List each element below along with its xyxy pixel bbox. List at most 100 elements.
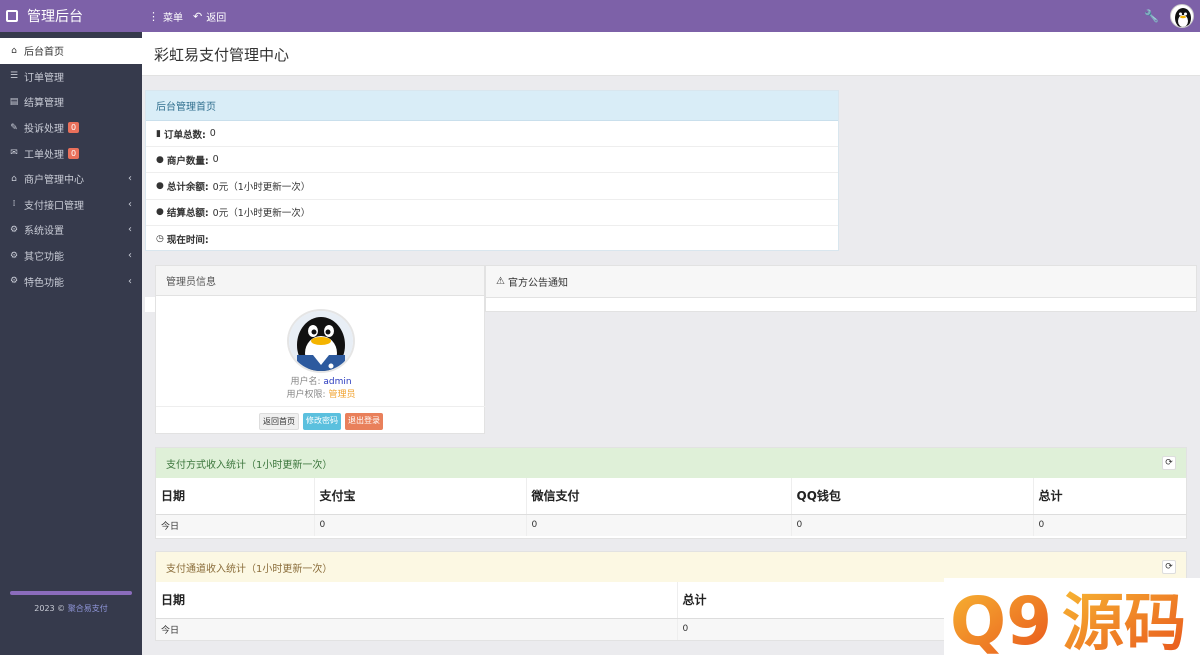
overview-row: ● 商户数量: 0 [146,147,838,174]
admin-heading: 管理员信息 [156,266,484,296]
change-password-button[interactable]: 修改密码 [303,413,341,430]
payment-method-stats-table: 日期 支付宝 微信支付 QQ钱包 总计 今日 0 0 0 0 [156,478,1186,536]
overview-value: 0 [212,154,219,166]
username-label: 用户名: [290,377,321,387]
column-header: 总计 [1033,478,1186,515]
notice-panel: ⚠ 官方公告通知 [485,265,1197,312]
copyright-text: 2023 © [34,604,66,613]
overview-label: 商户数量: [166,155,209,167]
table-cell: 0 [1033,514,1186,536]
overview-label: 订单总数: [163,129,206,141]
envelope-icon: ✉ [10,148,18,159]
logout-button[interactable]: 退出登录 [345,413,383,430]
column-header: 日期 [156,582,678,619]
top-bar: 管理后台 ⋮ 菜单 ↶ 返回 🔧 [0,0,1200,32]
home-icon: ⌂ [11,45,17,56]
refresh-icon[interactable]: ⟳ [1162,560,1176,574]
overview-panel: 后台管理首页 ▮ 订单总数: 0 ● 商户数量: 0 ● 总计余额: 0元（1小… [145,90,839,251]
count-badge: 0 [68,122,80,134]
role-label: 用户权限: [286,390,326,400]
menu-label: 菜单 [163,12,183,24]
bar-chart-icon: ▮ [156,128,161,139]
table-cell: 0 [791,514,1034,536]
back-label: 返回 [206,12,227,24]
column-header: 支付宝 [314,478,527,515]
overview-row: ● 结算总额: 0元（1小时更新一次） [146,200,838,226]
grid-icon: ⁞ [12,199,16,210]
count-badge: 0 [68,147,80,159]
sidebar-divider [10,591,132,595]
sidebar-item-settlement[interactable]: ▤ 结算管理 [0,89,142,115]
sidebar-item-tickets[interactable]: ✉ 工单处理 0 [0,140,142,166]
brand[interactable]: 管理后台 [0,0,142,32]
sidebar-item-label: 系统设置 [24,226,64,238]
back-home-button[interactable]: 返回首页 [259,413,299,430]
gears-icon: ⚙ [9,276,19,287]
sidebar-item-other-functions[interactable]: ⚙ 其它功能 ‹ [0,243,142,269]
chevron-left-icon: ‹ [128,173,132,185]
username-line: 用户名: admin [156,374,486,387]
svg-text:Q9: Q9 [950,583,1052,655]
admin-info-panel: 管理员信息 用户名: admin 用户权限: 管理员 返回首页 修改密码 退出登… [155,265,486,434]
sidebar: ⌂ 后台首页 ☰ 订单管理 ▤ 结算管理 ✎ 投诉处理 0 ✉ 工单处理 0 ⌂… [0,32,142,655]
table-cell: 0 [314,514,527,536]
sidebar-item-payment-interfaces[interactable]: ⁞ 支付接口管理 ‹ [0,192,142,218]
overview-row: ▮ 订单总数: 0 [146,121,838,148]
overview-value: 0元（1小时更新一次） [212,181,311,193]
column-header: 微信支付 [526,478,792,515]
admin-avatar [287,309,355,373]
overview-value: 0元（1小时更新一次） [212,208,311,220]
notice-title: 官方公告通知 [507,278,568,289]
column-header: QQ钱包 [791,478,1034,515]
sidebar-item-label: 商户管理中心 [24,175,84,187]
refresh-icon[interactable]: ⟳ [1162,456,1176,470]
footer-link[interactable]: 聚合易支付 [68,604,108,613]
cube-icon [6,10,18,22]
sidebar-item-complaints[interactable]: ✎ 投诉处理 0 [0,115,142,141]
payment-method-stats-panel: 支付方式收入统计（1小时更新一次） ⟳ 日期 支付宝 微信支付 QQ钱包 总计 … [155,447,1187,539]
watermark-logo: Q9 源码 [944,578,1200,655]
overview-label: 总计余额: [166,181,209,193]
menu-toggle-button[interactable]: ⋮ 菜单 [148,9,183,24]
sidebar-item-system-settings[interactable]: ⚙ 系统设置 ‹ [0,217,142,243]
panel-title: 支付通道收入统计（1小时更新一次） [166,563,333,575]
chevron-left-icon: ‹ [128,275,132,287]
sidebar-item-home[interactable]: ⌂ 后台首页 [0,38,142,64]
sidebar-item-label: 订单管理 [24,72,64,84]
wrench-icon[interactable]: 🔧 [1144,9,1159,23]
notice-heading: ⚠ 官方公告通知 [486,266,1196,298]
page-title: 彩虹易支付管理中心 [154,46,290,64]
overview-heading: 后台管理首页 [146,91,838,121]
edit-icon: ✎ [10,122,18,133]
top-nav: ⋮ 菜单 ↶ 返回 [148,0,236,32]
list-icon: ☰ [9,71,19,82]
drop-icon: ● [156,154,164,165]
sidebar-item-label: 后台首页 [24,47,64,59]
sidebar-item-label: 投诉处理 [24,124,64,136]
brand-title: 管理后台 [27,9,83,25]
sidebar-item-orders[interactable]: ☰ 订单管理 [0,64,142,90]
sidebar-item-label: 其它功能 [24,252,64,264]
sidebar-item-label: 特色功能 [24,277,64,289]
back-button[interactable]: ↶ 返回 [193,9,226,24]
sidebar-item-merchants[interactable]: ⌂ 商户管理中心 ‹ [0,166,142,192]
sidebar-item-featured-functions[interactable]: ⚙ 特色功能 ‹ [0,268,142,294]
panel-spacer [145,297,155,312]
document-icon: ▤ [9,96,19,107]
overview-row: ◷ 现在时间: [146,226,838,252]
store-icon: ⌂ [11,173,17,184]
drop-icon: ● [156,180,164,191]
overview-value: 0 [209,128,216,140]
clock-icon: ◷ [156,233,164,244]
chevron-left-icon: ‹ [128,198,132,210]
sidebar-item-label: 工单处理 [24,149,64,161]
chevron-left-icon: ‹ [128,250,132,262]
svg-text:源码: 源码 [1062,586,1186,655]
table-row: 今日 0 0 0 0 [156,514,1186,536]
page-header: 彩虹易支付管理中心 [142,32,1200,76]
gear-icon: ⚙ [9,224,19,235]
sidebar-item-label: 支付接口管理 [24,200,84,212]
table-cell: 今日 [156,514,315,536]
username-value: admin [323,377,352,387]
avatar[interactable] [1170,4,1194,28]
